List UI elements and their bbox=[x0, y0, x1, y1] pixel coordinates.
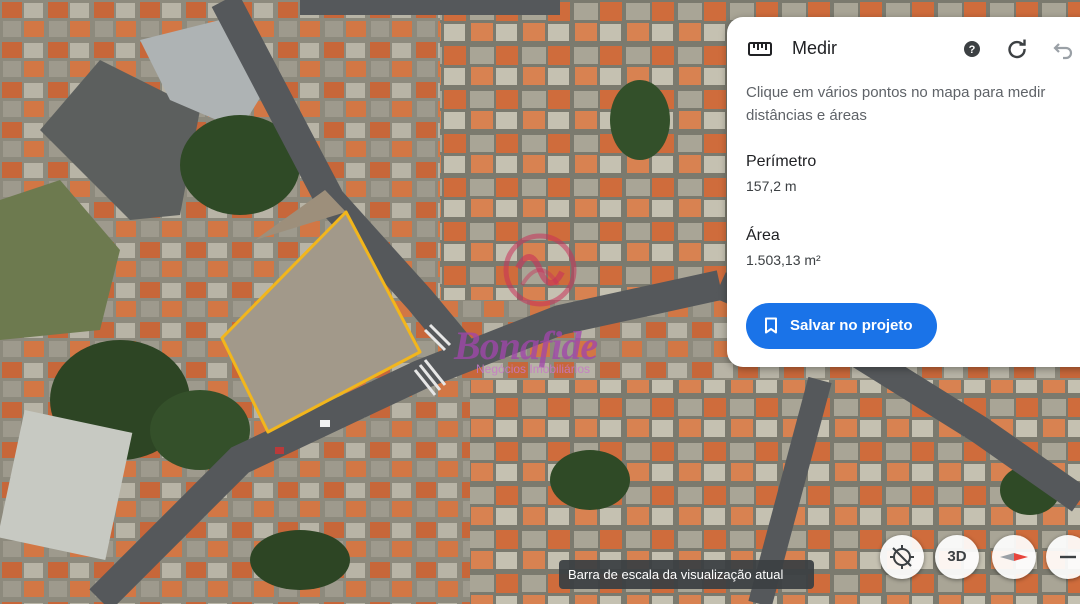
refresh-icon[interactable] bbox=[1005, 37, 1029, 61]
location-off-icon bbox=[890, 545, 914, 569]
measure-panel: Medir ? Clique em vários pontos no mapa … bbox=[727, 17, 1080, 367]
save-to-project-button[interactable]: Salvar no projeto bbox=[746, 303, 937, 349]
minus-icon bbox=[1060, 555, 1076, 559]
help-icon[interactable]: ? bbox=[960, 37, 984, 61]
panel-title: Medir bbox=[792, 38, 838, 58]
svg-text:?: ? bbox=[969, 44, 976, 56]
perimeter-value: 157,2 m bbox=[746, 178, 797, 194]
toggle-3d-button[interactable]: 3D bbox=[935, 535, 979, 579]
toggle-3d-label: 3D bbox=[947, 548, 967, 565]
scale-bar-tooltip: Barra de escala da visualização atual bbox=[559, 560, 814, 589]
perimeter-label: Perímetro bbox=[746, 153, 817, 170]
area-value: 1.503,13 m² bbox=[746, 252, 821, 268]
undo-icon[interactable] bbox=[1051, 37, 1075, 61]
area-label: Área bbox=[746, 227, 780, 244]
tree-cluster bbox=[250, 530, 350, 590]
compass-button[interactable] bbox=[992, 535, 1036, 579]
vehicle bbox=[320, 420, 330, 427]
save-button-label: Salvar no projeto bbox=[790, 317, 913, 334]
bookmark-icon bbox=[765, 317, 777, 334]
ruler-icon bbox=[748, 42, 772, 56]
zoom-out-button[interactable] bbox=[1046, 535, 1080, 579]
measure-instructions: Clique em vários pontos no mapa para med… bbox=[746, 84, 1046, 124]
location-tracking-button[interactable] bbox=[880, 535, 924, 579]
tree-cluster bbox=[550, 450, 630, 510]
compass-icon bbox=[1000, 553, 1028, 561]
vehicle bbox=[275, 447, 284, 454]
measure-panel-header: Medir ? bbox=[727, 17, 1080, 81]
tree-cluster bbox=[610, 80, 670, 160]
